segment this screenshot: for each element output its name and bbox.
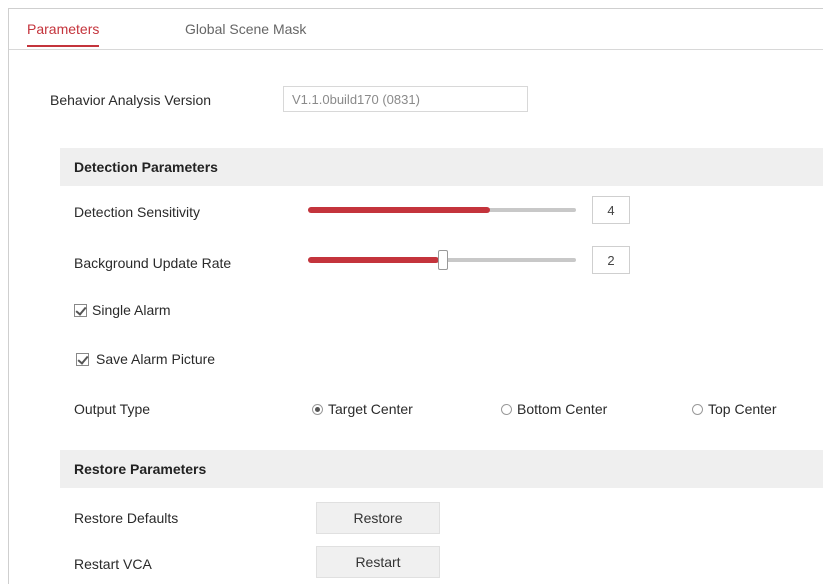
restore-section-header: Restore Parameters <box>60 450 823 488</box>
target-center-label: Target Center <box>328 401 413 417</box>
restore-section-title: Restore Parameters <box>74 461 207 477</box>
version-label: Behavior Analysis Version <box>50 92 212 108</box>
sensitivity-slider-fill <box>308 207 490 213</box>
background-rate-value-box[interactable]: 2 <box>592 246 630 274</box>
save-picture-checkbox[interactable] <box>76 353 89 366</box>
sensitivity-value-box[interactable]: 4 <box>592 196 630 224</box>
background-rate-label: Background Update Rate <box>74 255 232 271</box>
restart-vca-label: Restart VCA <box>74 556 152 572</box>
restart-button[interactable]: Restart <box>316 546 440 578</box>
radio-target-center[interactable] <box>312 404 323 415</box>
bottom-center-label: Bottom Center <box>517 401 608 417</box>
sensitivity-slider[interactable] <box>308 200 576 220</box>
restore-defaults-label: Restore Defaults <box>74 510 179 526</box>
version-field: V1.1.0build170 (0831) <box>283 86 528 112</box>
save-picture-label: Save Alarm Picture <box>96 351 216 367</box>
tab-parameters[interactable]: Parameters <box>27 21 100 47</box>
sensitivity-label: Detection Sensitivity <box>74 204 201 220</box>
radio-bottom-center[interactable] <box>501 404 512 415</box>
radio-top-center[interactable] <box>692 404 703 415</box>
single-alarm-label: Single Alarm <box>92 302 171 318</box>
top-center-label: Top Center <box>708 401 777 417</box>
background-rate-slider-handle[interactable] <box>438 250 448 270</box>
detection-section-header: Detection Parameters <box>60 148 823 186</box>
tab-global-scene-mask[interactable]: Global Scene Mask <box>185 21 306 37</box>
restore-button[interactable]: Restore <box>316 502 440 534</box>
background-rate-slider-fill <box>308 257 439 263</box>
single-alarm-checkbox[interactable] <box>74 304 87 317</box>
background-rate-slider[interactable] <box>308 250 576 270</box>
output-type-label: Output Type <box>74 401 151 417</box>
detection-section-title: Detection Parameters <box>74 159 218 175</box>
tab-bar: Parameters Global Scene Mask <box>9 9 823 50</box>
